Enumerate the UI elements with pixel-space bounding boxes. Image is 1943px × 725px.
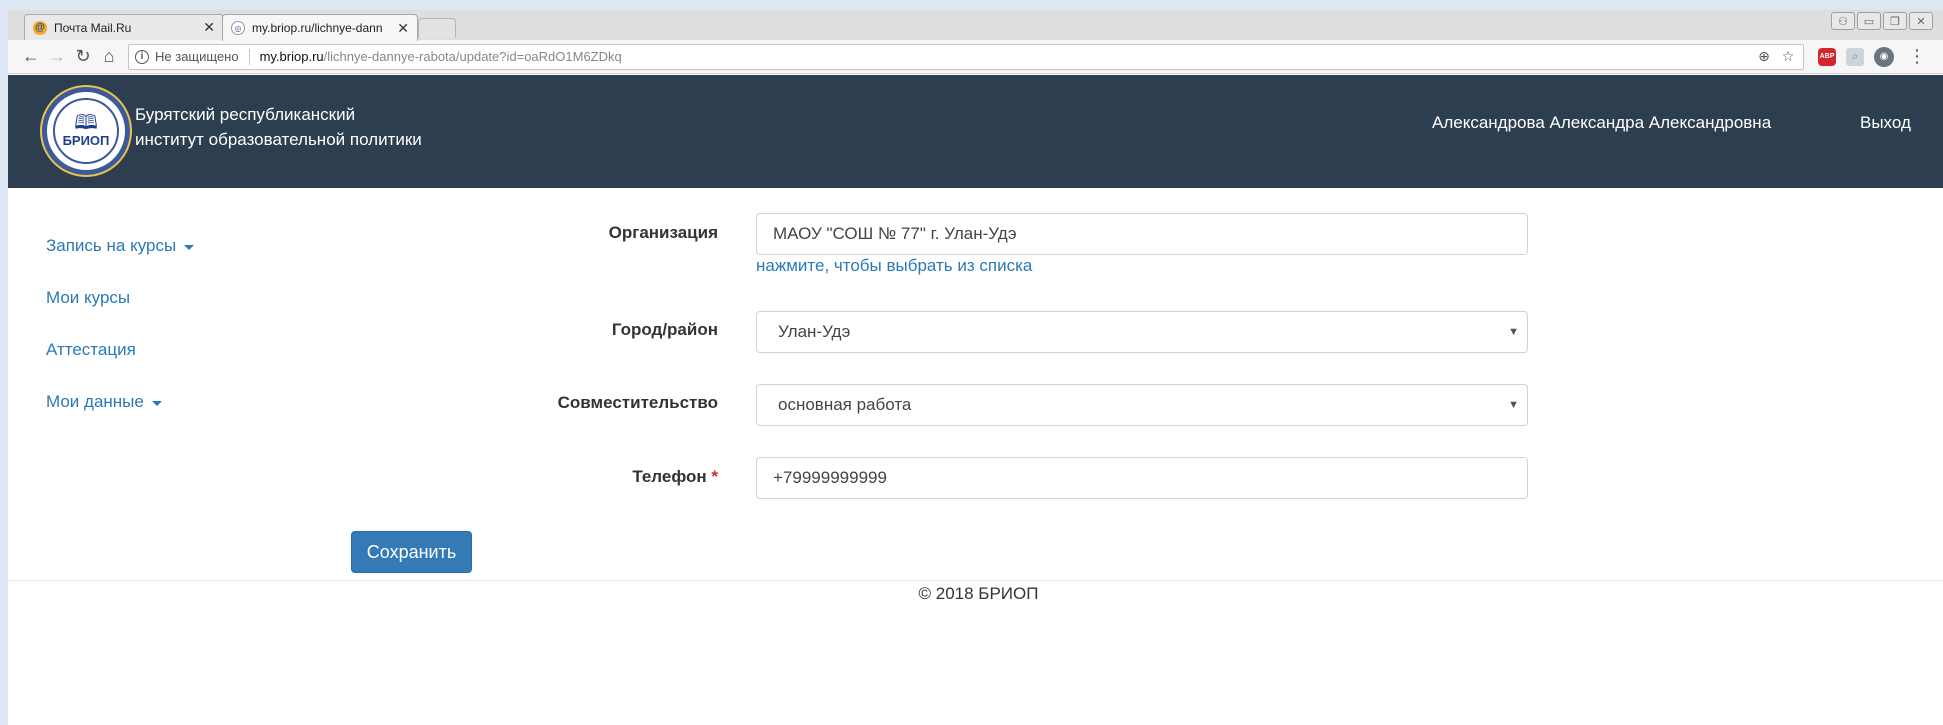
minimize-icon[interactable]: ▭ (1857, 12, 1881, 30)
extensions-area: ABP ⌕ ◉ ⋮ (1818, 46, 1926, 67)
close-icon[interactable]: ✕ (203, 19, 215, 36)
address-bar[interactable]: i Не защищено my.briop.ru /lichnye-danny… (128, 43, 1804, 70)
organization-name: Бурятский республиканский институт образ… (135, 102, 422, 152)
info-icon[interactable]: i (135, 49, 149, 64)
briop-icon: ◎ (231, 21, 245, 35)
employment-value: основная работа (778, 395, 912, 414)
choose-from-list-link[interactable]: нажмите, чтобы выбрать из списка (756, 256, 1032, 276)
close-icon[interactable]: ✕ (397, 20, 409, 37)
required-mark: * (711, 467, 718, 486)
sidebar-item-label: Аттестация (46, 340, 136, 359)
extension-eye-icon[interactable]: ◉ (1874, 46, 1894, 67)
employment-select[interactable]: основная работа ▼ (756, 384, 1528, 426)
home-icon[interactable]: ⌂ (96, 44, 122, 70)
browser-tab-mail[interactable]: @ Почта Mail.Ru ✕ (24, 14, 224, 40)
city-value: Улан-Удэ (778, 322, 851, 341)
window-frame-left (0, 0, 8, 725)
tab-title: my.briop.ru/lichnye-dann (252, 21, 383, 35)
organization-input[interactable]: МАОУ "СОШ № 77" г. Улан-Удэ (756, 213, 1528, 255)
city-label: Город/район (611, 320, 718, 339)
sidebar-item-course-enrollment[interactable]: Запись на курсы (46, 220, 195, 272)
save-button[interactable]: Сохранить (351, 531, 472, 573)
forward-arrow-icon[interactable]: → (44, 44, 70, 70)
browser-tab-briop[interactable]: ◎ my.briop.ru/lichnye-dann ✕ (222, 14, 418, 41)
new-tab-button[interactable] (418, 18, 456, 38)
mail-ru-icon: @ (33, 20, 47, 35)
caret-down-icon (184, 244, 195, 250)
book-icon: 🕮 (74, 112, 98, 135)
organization-value: МАОУ "СОШ № 77" г. Улан-Удэ (773, 224, 1017, 243)
extension-search-icon[interactable]: ⌕ (1846, 47, 1864, 66)
window-controls: ⚇ ▭ ❐ ✕ (1831, 12, 1933, 30)
zoom-icon[interactable]: ⊕ (1755, 48, 1773, 65)
site-header: 🕮 БРИОП Бурятский республиканский инстит… (8, 75, 1943, 188)
dropdown-arrow-icon: ▼ (1508, 399, 1519, 411)
sidebar-item-label: Мои курсы (46, 288, 131, 307)
footer-copyright: © 2018 БРИОП (918, 584, 1039, 603)
logo-text: БРИОП (62, 133, 110, 149)
sidebar-item-label: Запись на курсы (46, 236, 177, 255)
sidebar-item-my-data[interactable]: Мои данные (46, 376, 194, 428)
sidebar-item-my-courses[interactable]: Мои курсы (46, 272, 194, 324)
city-select[interactable]: Улан-Удэ ▼ (756, 311, 1528, 353)
close-window-icon[interactable]: ✕ (1909, 12, 1933, 30)
logo-emblem: 🕮 БРИОП (53, 98, 119, 164)
bookmark-star-icon[interactable]: ☆ (1779, 48, 1797, 65)
window-frame-top (0, 0, 1943, 10)
url-separator (248, 48, 250, 65)
organization-label: Организация (608, 223, 718, 242)
url-path: /lichnye-dannye-rabota/update?id=oaRdO1M… (323, 49, 622, 64)
dropdown-arrow-icon: ▼ (1508, 326, 1519, 338)
caret-down-icon (151, 400, 162, 406)
sidebar-nav: Запись на курсы Мои курсы Аттестация Мои… (46, 220, 195, 428)
sidebar-item-label: Мои данные (46, 392, 144, 411)
employment-label: Совместительство (557, 393, 718, 412)
restore-icon[interactable]: ❐ (1883, 12, 1907, 30)
footer-divider (8, 580, 1943, 581)
reload-icon[interactable]: ↻ (70, 44, 96, 70)
back-arrow-icon[interactable]: ← (18, 44, 44, 70)
menu-dots-icon[interactable]: ⋮ (1908, 46, 1926, 67)
security-status: Не защищено (155, 49, 239, 64)
adblock-plus-icon[interactable]: ABP (1818, 47, 1836, 66)
browser-toolbar: ← → ↻ ⌂ i Не защищено my.briop.ru /lichn… (8, 40, 1943, 74)
phone-value: +79999999999 (773, 468, 887, 487)
phone-input[interactable]: +79999999999 (756, 457, 1528, 499)
address-bar-actions: ⊕ ☆ (1755, 48, 1803, 65)
phone-label: Телефон * (418, 467, 718, 487)
logout-link[interactable]: Выход (1860, 113, 1911, 133)
tab-title: Почта Mail.Ru (54, 20, 132, 35)
phone-label-text: Телефон (632, 467, 707, 486)
org-name-line-1: Бурятский республиканский (135, 105, 356, 124)
sidebar-item-attestation[interactable]: Аттестация (46, 324, 194, 376)
browser-tab-strip: @ Почта Mail.Ru ✕ ◎ my.briop.ru/lichnye-… (8, 10, 1943, 41)
profile-icon[interactable]: ⚇ (1831, 12, 1855, 30)
user-name-link[interactable]: Александрова Александра Александровна (1432, 113, 1771, 133)
briop-logo[interactable]: 🕮 БРИОП (42, 87, 130, 175)
org-name-line-2: институт образовательной политики (135, 130, 422, 149)
url-host: my.briop.ru (259, 49, 324, 64)
